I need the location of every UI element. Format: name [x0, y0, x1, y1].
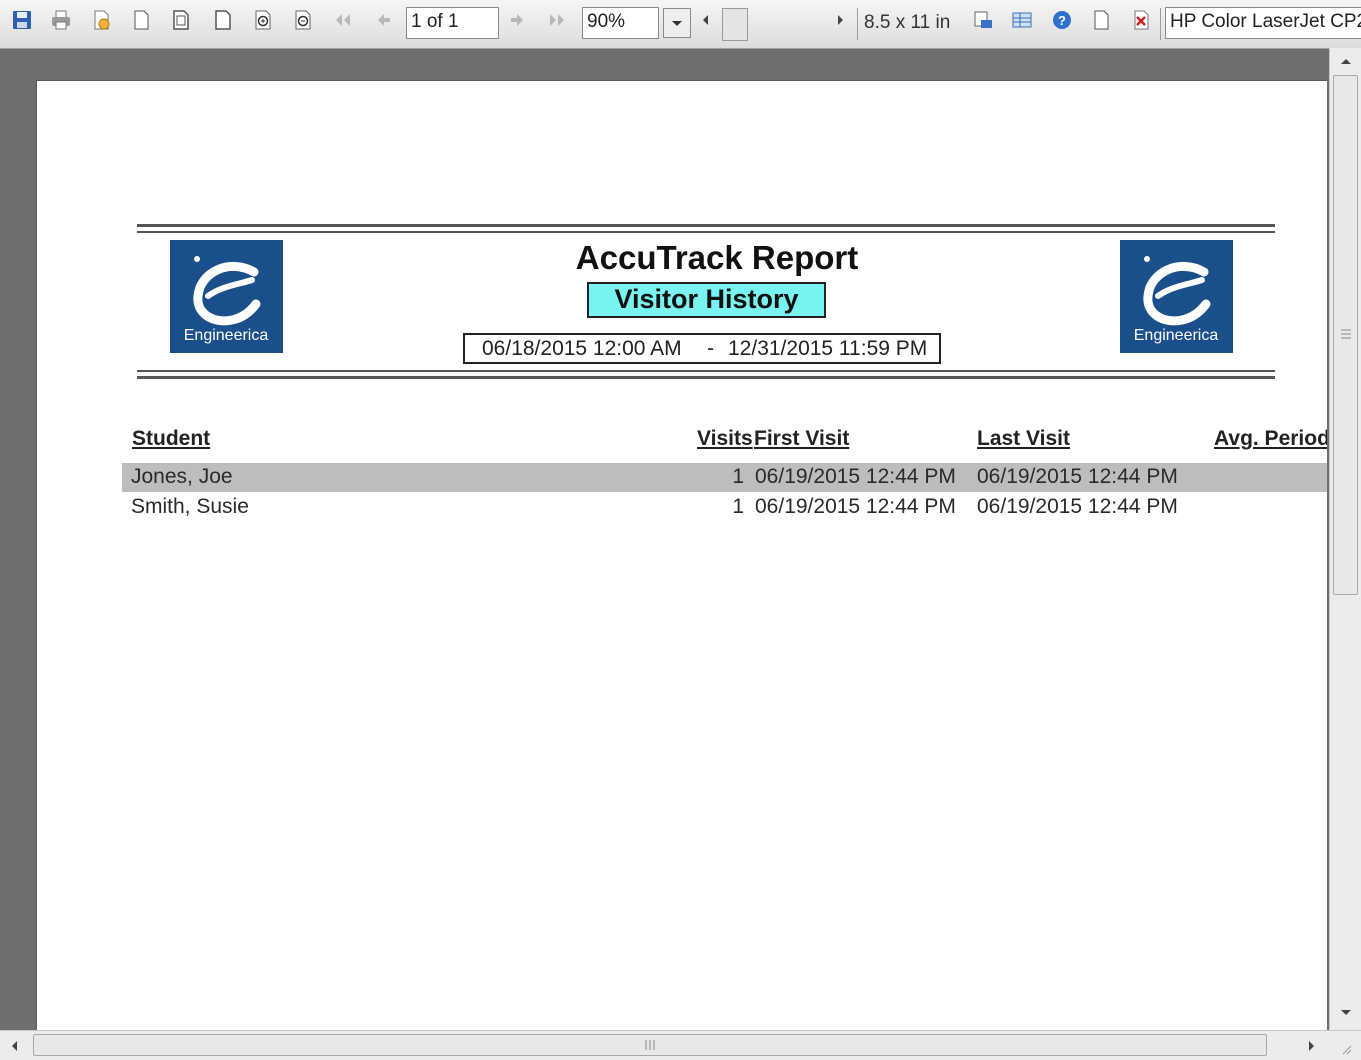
scroll-left-icon[interactable]: [8, 1039, 20, 1058]
cell-student: Jones, Joe: [131, 465, 233, 488]
scroll-down-icon[interactable]: [1338, 1006, 1354, 1024]
paper-size-label: 8.5 x 11 in: [864, 12, 951, 33]
horizontal-scroll-thumb[interactable]: [33, 1034, 1267, 1056]
close-icon[interactable]: [1130, 9, 1152, 31]
scroll-right-icon[interactable]: [1306, 1039, 1318, 1058]
column-header-student: Student: [132, 427, 211, 450]
date-start: 06/18/2015 12:00 AM: [482, 337, 682, 360]
cell-student: Smith, Susie: [131, 495, 249, 518]
zoom-slider-thumb[interactable]: [722, 8, 748, 41]
next-page-icon[interactable]: [507, 9, 529, 31]
first-page-icon[interactable]: [332, 9, 354, 31]
svg-text:?: ?: [1058, 13, 1066, 28]
column-header-visits: Visits: [697, 427, 753, 450]
resize-grip-icon[interactable]: [1338, 1041, 1352, 1060]
full-page-icon[interactable]: [212, 9, 234, 31]
printer-select[interactable]: HP Color LaserJet CP2: [1165, 7, 1361, 39]
cell-last-visit: 06/19/2015 12:44 PM: [977, 465, 1178, 488]
separator: [1160, 8, 1161, 40]
separator: [857, 8, 858, 40]
page-number-input[interactable]: 1 of 1: [406, 7, 499, 39]
help-icon[interactable]: ?: [1051, 9, 1073, 31]
header-rule: [137, 376, 1275, 379]
vertical-scrollbar[interactable]: [1329, 48, 1361, 1030]
report-title: AccuTrack Report: [575, 239, 859, 276]
cell-visits: 1: [732, 465, 744, 488]
columns-icon[interactable]: [1011, 9, 1033, 31]
scroll-right-icon[interactable]: [829, 9, 851, 31]
cell-last-visit: 06/19/2015 12:44 PM: [977, 495, 1178, 518]
print-icon[interactable]: [50, 9, 72, 31]
zoom-out-icon[interactable]: [292, 9, 314, 31]
last-page-icon[interactable]: [546, 9, 568, 31]
cell-visits: 1: [732, 495, 744, 518]
table-row: Smith, Susie 1 06/19/2015 12:44 PM 06/19…: [122, 493, 1327, 522]
date-range: 06/18/2015 12:00 AM - 12/31/2015 11:59 P…: [463, 333, 941, 364]
company-logo: Engineerica: [170, 240, 283, 353]
date-end: 12/31/2015 11:59 PM: [728, 337, 928, 360]
page-icon[interactable]: [130, 9, 152, 31]
save-icon[interactable]: [11, 9, 33, 31]
vertical-scroll-thumb[interactable]: [1333, 75, 1358, 595]
column-header-first-visit: First Visit: [754, 427, 850, 450]
page-setup-icon[interactable]: [90, 9, 112, 31]
grip-icon: [645, 1040, 655, 1050]
date-separator: -: [707, 337, 714, 360]
header-rule: [137, 231, 1275, 233]
printer-setup-icon[interactable]: [972, 9, 994, 31]
header-rule: [137, 370, 1275, 372]
report-subtitle: Visitor History: [587, 282, 826, 318]
report-page: Engineerica AccuTrack Report Visitor His…: [36, 80, 1327, 1060]
cell-first-visit: 06/19/2015 12:44 PM: [755, 495, 956, 518]
grip-icon: [1341, 329, 1351, 339]
scroll-left-icon[interactable]: [695, 9, 717, 31]
horizontal-scrollbar[interactable]: [0, 1030, 1361, 1060]
company-logo: Engineerica: [1120, 240, 1233, 353]
column-header-avg-period: Avg. Period: [1214, 427, 1327, 450]
svg-text:Engineerica: Engineerica: [184, 327, 269, 344]
dropdown-arrow-icon[interactable]: [663, 8, 691, 38]
page-width-icon[interactable]: [170, 9, 192, 31]
header-rule: [137, 224, 1275, 227]
zoom-combo[interactable]: 90%: [582, 7, 659, 39]
previous-page-icon[interactable]: [372, 9, 394, 31]
column-header-last-visit: Last Visit: [977, 427, 1070, 450]
toolbar: 1 of 1 90% 8.5 x 11 in ? HP Color LaserJ…: [0, 0, 1361, 49]
table-row: Jones, Joe 1 06/19/2015 12:44 PM 06/19/2…: [122, 463, 1327, 492]
cell-first-visit: 06/19/2015 12:44 PM: [755, 465, 956, 488]
zoom-in-icon[interactable]: [252, 9, 274, 31]
svg-text:Engineerica: Engineerica: [1134, 327, 1219, 344]
scroll-up-icon[interactable]: [1338, 54, 1354, 72]
new-page-icon[interactable]: [1090, 9, 1112, 31]
